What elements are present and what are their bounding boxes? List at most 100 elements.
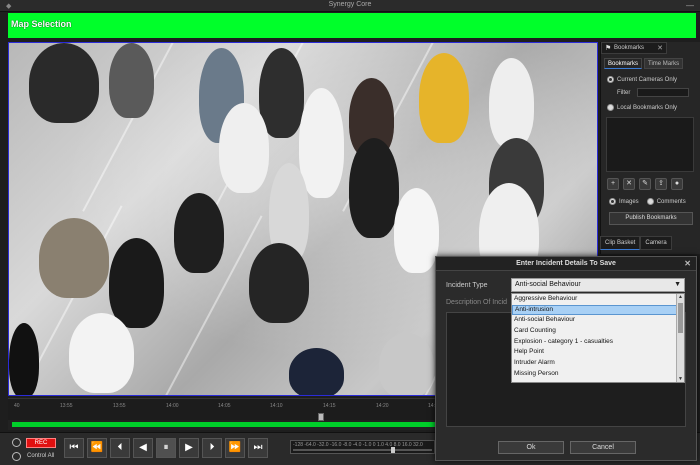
incident-type-label: Incident Type (446, 282, 488, 289)
skip-start-icon[interactable]: ⏮ (64, 438, 84, 458)
window-title: Synergy Core (328, 1, 372, 8)
dropdown-option[interactable]: Anti-intrusion (512, 304, 684, 316)
filter-input[interactable] (637, 88, 689, 97)
step-forward-icon[interactable]: ⏵ (202, 438, 222, 458)
person (39, 218, 109, 298)
bookmark-view-options: Images Comments (609, 198, 686, 205)
dropdown-option[interactable]: Missing Person (512, 369, 684, 380)
speed-scale: -128 -64.0 -32.0 -16.0 -8.0 -4.0 -1.0 0 … (293, 442, 423, 448)
description-label: Description Of Incid (446, 299, 508, 306)
radio-images[interactable]: Images (609, 198, 639, 205)
tab-clip-basket[interactable]: Clip Basket (600, 236, 641, 250)
timeline-tick: 14:00 (166, 403, 179, 409)
map-selection-banner[interactable]: Map Selection (8, 13, 696, 38)
record-toggle[interactable] (12, 438, 21, 447)
dropdown-option[interactable]: Aggressive Behaviour (512, 294, 684, 305)
rec-button[interactable]: REC (26, 438, 56, 448)
control-all-toggle[interactable] (12, 452, 21, 461)
bookmark-subtabs: Bookmarks Time Marks (604, 58, 684, 69)
person (219, 103, 269, 193)
dialog-title: Enter Incident Details To Save (516, 260, 616, 267)
title-bar: ◆ Synergy Core — (0, 0, 700, 12)
person (299, 88, 344, 198)
timeline-tick: 14:20 (376, 403, 389, 409)
person (394, 188, 439, 273)
comment-icon[interactable]: ✎ (639, 178, 651, 190)
pause-icon[interactable]: ⏸ (156, 438, 176, 458)
comments-label: Comments (656, 198, 686, 205)
tab-time-marks[interactable]: Time Marks (644, 58, 684, 69)
bookmark-toolbar: + ✕ ✎ ⇪ ● (607, 178, 683, 190)
timeline-playhead[interactable] (318, 413, 324, 421)
dropdown-option[interactable]: Help Point (512, 347, 684, 358)
clip-tabs: Clip Basket Camera (600, 236, 700, 250)
export-icon[interactable]: ⇪ (655, 178, 667, 190)
images-label: Images (619, 198, 639, 205)
play-reverse-icon[interactable]: ◀ (133, 438, 153, 458)
fast-forward-icon[interactable]: ⏩ (225, 438, 245, 458)
radio-button[interactable] (609, 198, 616, 205)
scroll-up-icon[interactable]: ▲ (677, 294, 684, 302)
timeline-tick: 13:55 (113, 403, 126, 409)
radio-current-cameras-label: Current Cameras Only (617, 76, 678, 83)
person (379, 333, 434, 395)
publish-bookmarks-button[interactable]: Publish Bookmarks (609, 212, 693, 225)
timeline-tick: 14:05 (218, 403, 231, 409)
timeline-tick: 14:10 (270, 403, 283, 409)
person (489, 58, 534, 148)
person (259, 48, 304, 138)
delete-icon[interactable]: ✕ (623, 178, 635, 190)
radio-button[interactable] (607, 76, 614, 83)
person (174, 193, 224, 273)
incident-type-value: Anti-social Behaviour (515, 281, 581, 288)
bookmark-list[interactable] (606, 117, 694, 172)
person (249, 243, 309, 323)
minimize-icon[interactable]: — (686, 1, 694, 10)
speed-track[interactable] (293, 449, 432, 451)
incident-type-select[interactable]: Anti-social Behaviour ▼ (511, 278, 685, 292)
rewind-icon[interactable]: ⏪ (87, 438, 107, 458)
close-icon[interactable]: ✕ (657, 44, 663, 52)
map-selection-label: Map Selection (11, 19, 72, 29)
bookmarks-panel-tab-label: Bookmarks (614, 45, 645, 51)
radio-local-bookmarks[interactable]: Local Bookmarks Only (607, 104, 677, 111)
radio-button[interactable] (646, 198, 654, 205)
dropdown-option[interactable]: Card Counting (512, 326, 684, 337)
step-back-icon[interactable]: ⏴ (110, 438, 130, 458)
person (419, 53, 469, 143)
play-icon[interactable]: ▶ (179, 438, 199, 458)
skip-end-icon[interactable]: ⏭ (248, 438, 268, 458)
add-bookmark-icon[interactable]: + (607, 178, 619, 190)
radio-comments[interactable]: Comments (646, 198, 686, 205)
dialog-title-bar: Enter Incident Details To Save ✕ (436, 257, 696, 271)
playback-speed-slider[interactable]: -128 -64.0 -32.0 -16.0 -8.0 -4.0 -1.0 0 … (290, 440, 435, 454)
person (289, 348, 344, 395)
tab-bookmarks[interactable]: Bookmarks (604, 58, 643, 69)
bookmark-icon: ⚑ (605, 45, 612, 52)
person (109, 238, 164, 328)
tab-camera[interactable]: Camera (640, 236, 672, 250)
filter-label: Filter (617, 90, 631, 96)
scrollbar-thumb[interactable] (678, 303, 683, 333)
dropdown-option[interactable]: Intruder Alarm (512, 358, 684, 369)
lock-icon[interactable]: ● (671, 178, 683, 190)
speed-knob[interactable] (391, 447, 396, 453)
close-icon[interactable]: ✕ (684, 257, 691, 271)
bookmarks-panel-tab[interactable]: ⚑ Bookmarks ✕ (601, 42, 667, 54)
dropdown-option[interactable]: Anti-social Behaviour (512, 315, 684, 326)
ok-button[interactable]: Ok (498, 441, 564, 454)
radio-local-bookmarks-label: Local Bookmarks Only (617, 104, 678, 111)
dropdown-scrollbar[interactable]: ▲ ▼ (676, 294, 684, 382)
chevron-down-icon[interactable]: ▼ (674, 281, 681, 288)
incident-type-dropdown[interactable]: Aggressive Behaviour Anti-intrusion Anti… (511, 293, 685, 383)
radio-current-cameras[interactable]: Current Cameras Only (607, 76, 677, 83)
radio-button[interactable] (607, 104, 614, 111)
dropdown-option[interactable]: Explosion - category 1 - casualties (512, 337, 684, 348)
person (349, 138, 399, 238)
incident-details-dialog: Enter Incident Details To Save ✕ Inciden… (435, 256, 697, 461)
cancel-button[interactable]: Cancel (570, 441, 636, 454)
person (29, 43, 99, 123)
person (69, 313, 134, 393)
scroll-down-icon[interactable]: ▼ (677, 376, 684, 382)
timeline-tick: 40 (14, 403, 20, 409)
